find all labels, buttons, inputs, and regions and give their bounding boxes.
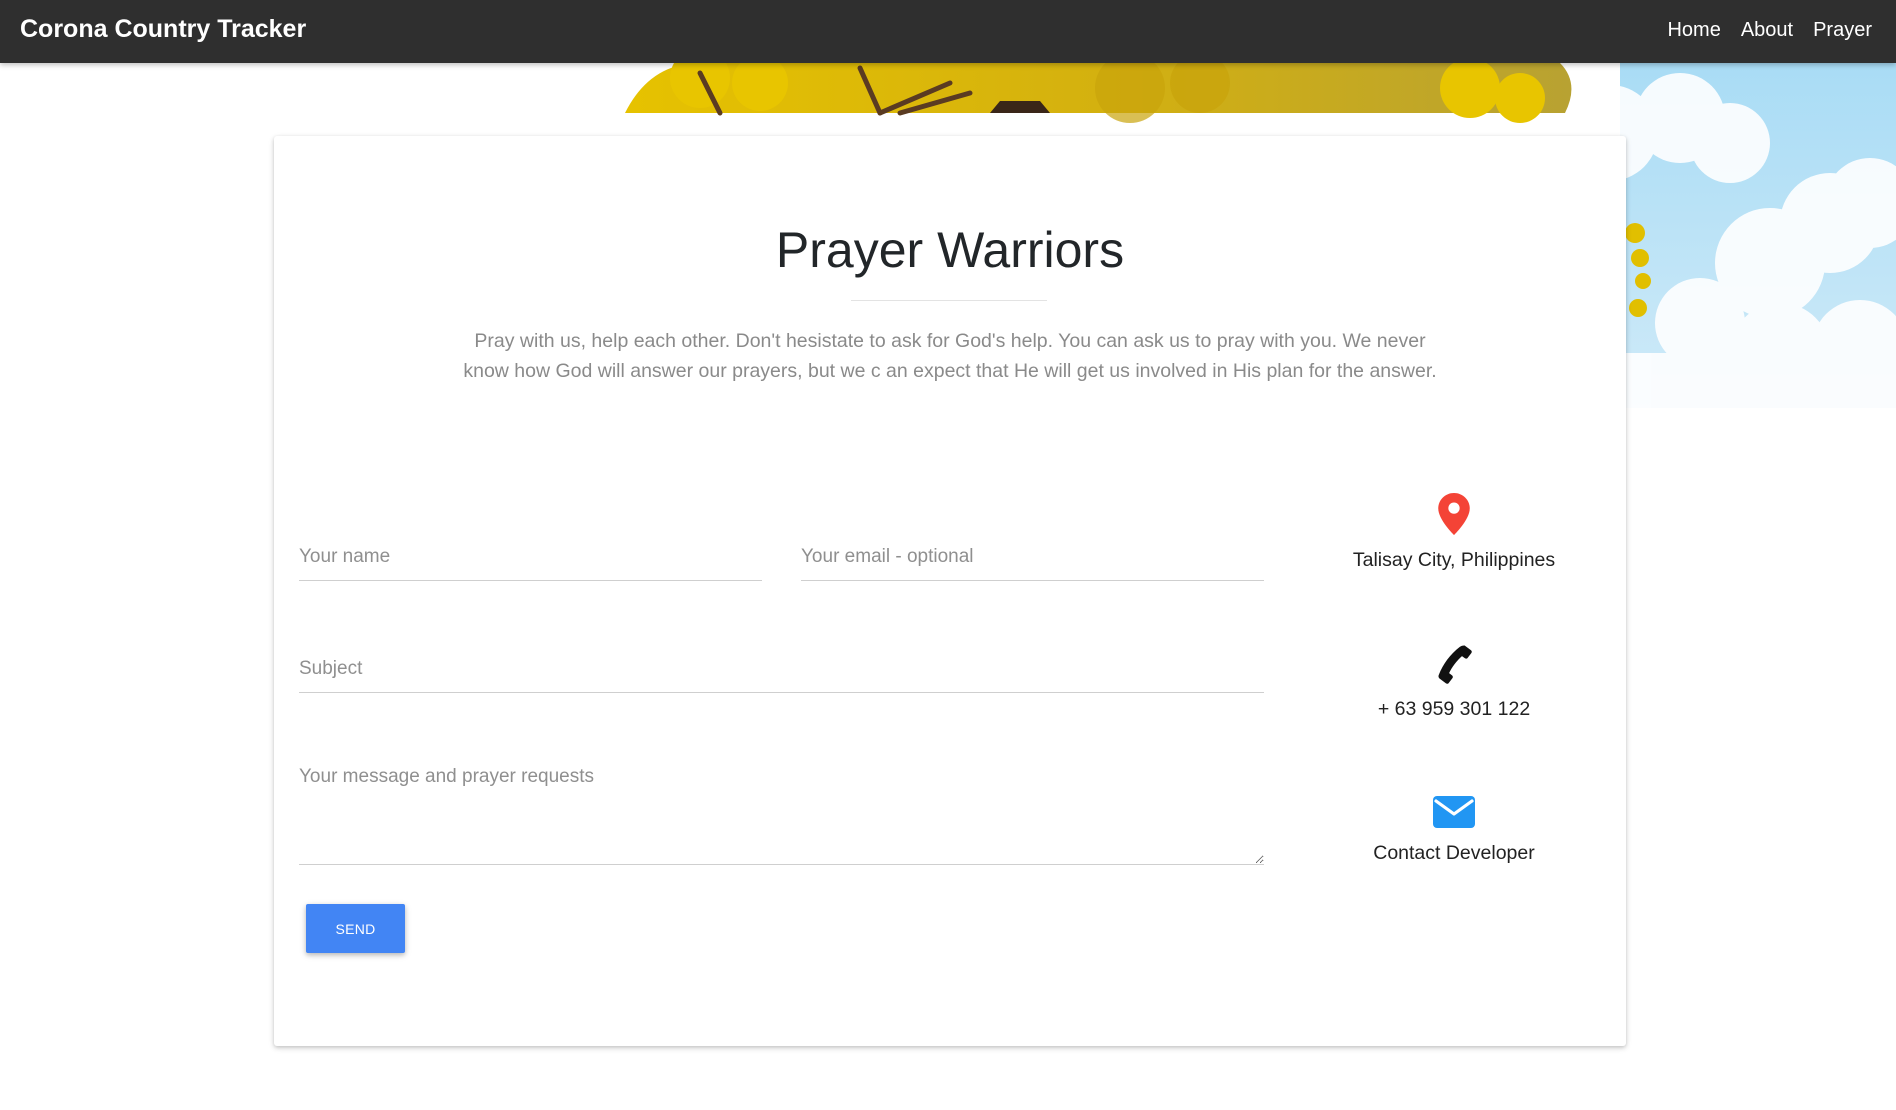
page-title: Prayer Warriors [775,222,1125,278]
page: Corona Country Tracker Home About Prayer [0,0,1896,1110]
subject-input[interactable] [299,654,1264,693]
contact-email[interactable]: Contact Developer [1304,796,1604,865]
send-button[interactable]: SEND [306,904,405,953]
nav-link-home[interactable]: Home [1667,19,1720,42]
name-input[interactable] [299,542,762,581]
contact-location: Talisay City, Philippines [1304,493,1604,572]
prayer-card: Prayer Warriors Pray with us, help each … [274,136,1626,1046]
nav-link-prayer[interactable]: Prayer [1813,19,1872,42]
message-textarea[interactable] [299,764,1264,865]
title-divider [851,300,1047,301]
phone-text: + 63 959 301 122 [1377,698,1531,720]
contact-developer-link[interactable]: Contact Developer [1304,842,1604,865]
contact-phone: + 63 959 301 122 [1304,644,1604,721]
envelope-icon [1433,796,1475,828]
nav-links: Home About Prayer [1667,19,1872,42]
nav-link-about[interactable]: About [1741,19,1793,42]
navbar: Corona Country Tracker Home About Prayer [0,0,1896,63]
intro-text: Pray with us, help each other. Don't hes… [463,330,1437,382]
brand-link[interactable]: Corona Country Tracker [20,15,306,44]
map-marker-icon [1438,493,1470,535]
email-input[interactable] [801,542,1264,581]
location-text: Talisay City, Philippines [1352,549,1556,571]
phone-icon [1438,645,1472,684]
